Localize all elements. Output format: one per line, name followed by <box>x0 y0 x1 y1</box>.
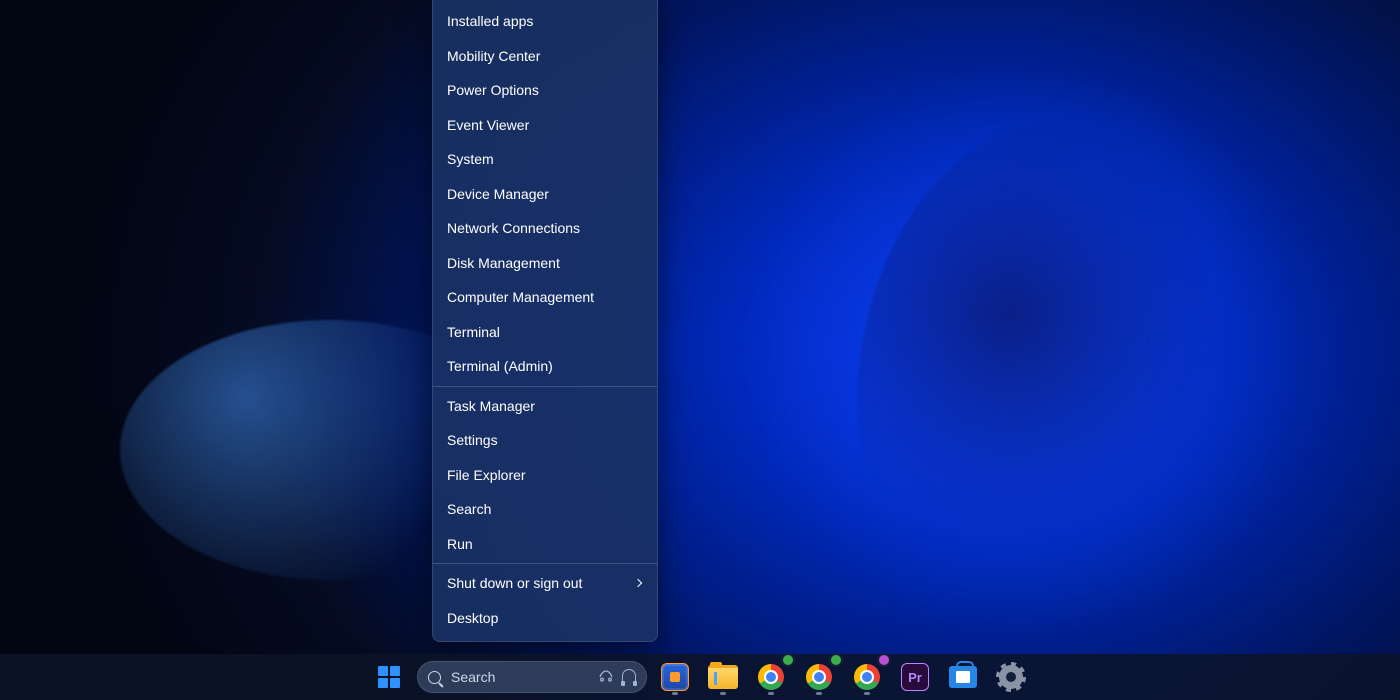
taskbar-app-chrome-2[interactable] <box>799 657 839 697</box>
windows-logo-icon <box>378 666 400 688</box>
running-indicator <box>720 692 726 695</box>
premiere-pro-icon: Pr <box>901 663 929 691</box>
chrome-icon <box>758 664 784 690</box>
menu-item-disk-management[interactable]: Disk Management <box>433 246 657 281</box>
menu-label: Search <box>447 501 643 517</box>
store-icon <box>949 666 977 688</box>
vmware-icon <box>661 663 689 691</box>
chrome-icon <box>854 664 880 690</box>
notification-badge <box>781 653 795 667</box>
gear-icon <box>999 665 1023 689</box>
menu-item-mobility-center[interactable]: Mobility Center <box>433 39 657 74</box>
running-indicator <box>864 692 870 695</box>
copilot-icon <box>598 669 614 685</box>
taskbar-app-settings[interactable] <box>991 657 1031 697</box>
menu-label: System <box>447 151 643 167</box>
menu-label: Settings <box>447 432 643 448</box>
running-indicator <box>816 692 822 695</box>
taskbar-app-premiere-pro[interactable]: Pr <box>895 657 935 697</box>
menu-label: Desktop <box>447 610 643 626</box>
menu-item-search[interactable]: Search <box>433 492 657 527</box>
notification-badge <box>829 653 843 667</box>
menu-item-desktop[interactable]: Desktop <box>433 601 657 636</box>
menu-label: Terminal <box>447 324 643 340</box>
menu-label: Network Connections <box>447 220 643 236</box>
menu-label: Event Viewer <box>447 117 643 133</box>
menu-item-terminal-admin[interactable]: Terminal (Admin) <box>433 349 657 384</box>
menu-item-system[interactable]: System <box>433 142 657 177</box>
menu-label: Computer Management <box>447 289 643 305</box>
menu-label: Shut down or sign out <box>447 575 643 591</box>
menu-item-network-connections[interactable]: Network Connections <box>433 211 657 246</box>
menu-item-event-viewer[interactable]: Event Viewer <box>433 108 657 143</box>
menu-label: Run <box>447 536 643 552</box>
menu-item-shut-down-or-sign-out[interactable]: Shut down or sign out <box>433 566 657 601</box>
menu-item-terminal[interactable]: Terminal <box>433 315 657 350</box>
search-placeholder: Search <box>451 669 495 685</box>
menu-separator <box>433 386 657 387</box>
running-indicator <box>672 692 678 695</box>
winx-context-menu: Installed apps Mobility Center Power Opt… <box>432 0 658 642</box>
menu-label: Device Manager <box>447 186 643 202</box>
menu-item-computer-management[interactable]: Computer Management <box>433 280 657 315</box>
running-indicator <box>768 692 774 695</box>
menu-label: File Explorer <box>447 467 643 483</box>
menu-label: Installed apps <box>447 13 643 29</box>
taskbar-search[interactable]: Search <box>417 661 647 693</box>
taskbar-app-vmware[interactable] <box>655 657 695 697</box>
menu-label: Disk Management <box>447 255 643 271</box>
folder-icon <box>708 665 738 689</box>
menu-label: Mobility Center <box>447 48 643 64</box>
chrome-icon <box>806 664 832 690</box>
notification-badge <box>877 653 891 667</box>
desktop-wallpaper[interactable] <box>0 0 1400 700</box>
taskbar-app-chrome-1[interactable] <box>751 657 791 697</box>
taskbar-app-file-explorer[interactable] <box>703 657 743 697</box>
menu-item-settings[interactable]: Settings <box>433 423 657 458</box>
taskbar: Search Pr <box>0 654 1400 700</box>
menu-item-device-manager[interactable]: Device Manager <box>433 177 657 212</box>
menu-item-run[interactable]: Run <box>433 527 657 562</box>
start-button[interactable] <box>369 657 409 697</box>
menu-separator <box>433 563 657 564</box>
menu-item-file-explorer[interactable]: File Explorer <box>433 458 657 493</box>
menu-label: Terminal (Admin) <box>447 358 643 374</box>
taskbar-app-microsoft-store[interactable] <box>943 657 983 697</box>
headset-icon <box>622 669 636 683</box>
menu-item-task-manager[interactable]: Task Manager <box>433 389 657 424</box>
taskbar-app-chrome-3[interactable] <box>847 657 887 697</box>
menu-item-power-options[interactable]: Power Options <box>433 73 657 108</box>
search-icon <box>428 671 441 684</box>
menu-label: Task Manager <box>447 398 643 414</box>
menu-item-installed-apps[interactable]: Installed apps <box>433 4 657 39</box>
menu-label: Power Options <box>447 82 643 98</box>
